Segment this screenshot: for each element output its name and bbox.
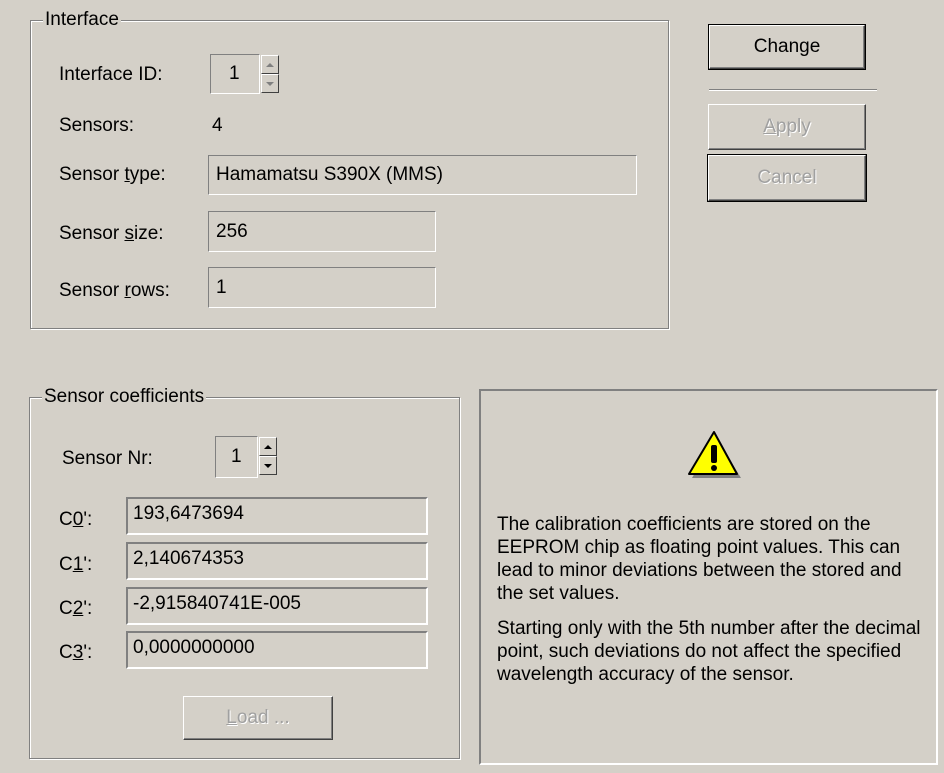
c1-label: C1': xyxy=(59,554,93,575)
sensor-type-label: Sensor type: xyxy=(59,164,166,185)
c2-field[interactable]: -2,915840741E-005 xyxy=(126,587,428,625)
info-paragraph-1: The calibration coefficients are stored … xyxy=(497,514,902,604)
interface-id-field[interactable]: 1 xyxy=(210,54,260,94)
cancel-button-label: Cancel xyxy=(757,167,817,188)
sensor-nr-label: Sensor Nr: xyxy=(62,448,153,469)
interface-id-spinner[interactable] xyxy=(261,55,279,93)
sensors-label: Sensors: xyxy=(59,115,134,136)
sensor-nr-field[interactable]: 1 xyxy=(215,436,258,478)
warning-icon xyxy=(686,430,742,480)
interface-id-label: Interface ID: xyxy=(59,64,163,85)
change-button[interactable]: Change xyxy=(708,24,866,70)
cancel-button[interactable]: Cancel xyxy=(707,154,867,202)
sensor-nr-spinner[interactable] xyxy=(259,437,277,475)
change-button-label: Change xyxy=(753,36,821,57)
arrow-down-icon xyxy=(266,81,274,86)
info-text: The calibration coefficients are stored … xyxy=(497,513,929,698)
interface-group-title: Interface xyxy=(43,8,121,32)
arrow-down-icon xyxy=(264,463,272,468)
apply-button[interactable]: Apply xyxy=(708,104,866,150)
arrow-up-icon xyxy=(266,62,274,67)
sensor-rows-field[interactable]: 1 xyxy=(208,267,436,308)
sensor-type-field[interactable]: Hamamatsu S390X (MMS) xyxy=(208,155,637,195)
arrow-up-icon xyxy=(264,444,272,449)
sensor-coefficients-group-title: Sensor coefficients xyxy=(42,385,207,409)
c0-field[interactable]: 193,6473694 xyxy=(126,497,428,535)
spin-up-button[interactable] xyxy=(259,437,277,456)
c3-label: C3': xyxy=(59,642,93,663)
sensor-rows-label: Sensor rows: xyxy=(59,280,170,301)
button-separator xyxy=(709,89,877,91)
spin-down-button[interactable] xyxy=(259,456,277,475)
info-paragraph-2: Starting only with the 5th number after … xyxy=(497,618,921,685)
c1-field[interactable]: 2,140674353 xyxy=(126,542,428,580)
c2-label: C2': xyxy=(59,598,93,619)
interface-id-value: 1 xyxy=(229,63,240,84)
spin-down-button[interactable] xyxy=(261,74,279,93)
c3-field[interactable]: 0,0000000000 xyxy=(126,631,428,669)
load-button-label: Load ... xyxy=(226,707,290,728)
c0-label: C0': xyxy=(59,509,93,530)
spin-up-button[interactable] xyxy=(261,55,279,74)
sensor-size-label: Sensor size: xyxy=(59,223,164,244)
sensors-value: 4 xyxy=(212,115,223,136)
sensor-size-field[interactable]: 256 xyxy=(208,211,436,252)
load-button[interactable]: Load ... xyxy=(183,696,333,740)
sensor-nr-value: 1 xyxy=(231,446,242,467)
apply-button-label: Apply xyxy=(763,116,811,137)
